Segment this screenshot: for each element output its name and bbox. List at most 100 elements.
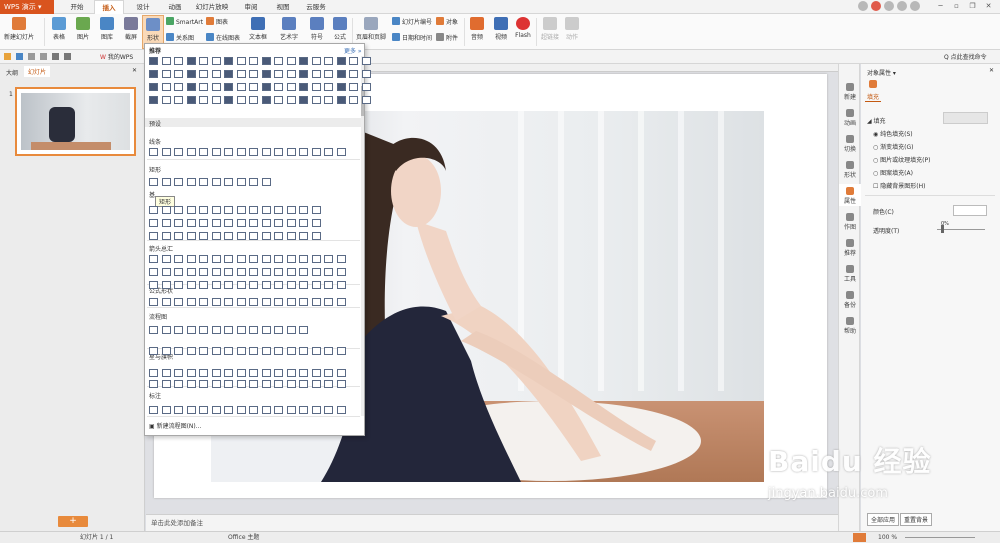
tab-design[interactable]: 设计 [128,0,158,14]
shape-item[interactable] [211,148,221,156]
shape-item[interactable] [324,268,333,276]
print-icon[interactable] [28,53,35,60]
shape-item[interactable] [199,148,208,156]
shape-item[interactable] [336,83,346,91]
shape-item[interactable] [261,406,271,414]
flash-button[interactable]: Flash [512,15,534,49]
shape-item[interactable] [199,178,208,186]
shape-item[interactable] [186,369,196,377]
shape-item[interactable] [249,83,258,91]
play-slideshow-button[interactable] [853,533,866,542]
shape-item[interactable] [149,96,158,104]
shape-item[interactable] [199,70,208,78]
shape-item[interactable] [274,70,283,78]
option-gradient-fill[interactable]: ○ 渐变填充(G) [873,142,914,151]
attachment-button[interactable]: 附件 [436,33,458,44]
shape-item[interactable] [161,268,171,276]
redo-icon[interactable] [64,53,71,60]
shape-item[interactable] [236,219,246,227]
shape-item[interactable] [236,148,246,156]
shape-item[interactable] [311,369,321,377]
shape-item[interactable] [236,406,246,414]
shape-item[interactable] [174,70,183,78]
shape-item[interactable] [236,232,246,240]
transparency-slider[interactable] [937,229,985,230]
shape-item[interactable] [274,281,283,289]
tab-outline[interactable]: 大纲 [6,68,18,77]
shape-item[interactable] [324,96,333,104]
shape-item[interactable] [149,406,158,414]
shape-item[interactable] [311,96,321,104]
shape-item[interactable] [249,219,258,227]
shape-item[interactable] [261,281,271,289]
shape-item[interactable] [299,298,308,306]
shape-item[interactable] [299,57,308,65]
command-search[interactable]: Q 点此查找命令 [944,52,987,61]
shape-item[interactable] [174,232,183,240]
shape-item[interactable] [236,206,246,214]
shape-item[interactable] [199,268,208,276]
shape-item[interactable] [336,96,346,104]
shape-item[interactable] [224,326,233,334]
shape-item[interactable] [261,148,271,156]
shape-item[interactable] [236,83,246,91]
shape-item[interactable] [224,347,233,355]
shape-item[interactable] [174,380,183,388]
shape-item[interactable] [249,70,258,78]
shape-item[interactable] [211,178,221,186]
shape-item[interactable] [211,83,221,91]
shape-item[interactable] [311,255,321,263]
shape-item[interactable] [274,219,283,227]
shape-item[interactable] [311,83,321,91]
audio-button[interactable]: 音频 [466,15,488,49]
shape-item[interactable] [249,96,258,104]
shape-item[interactable] [336,255,346,263]
shape-item[interactable] [274,232,283,240]
shape-item[interactable] [211,96,221,104]
open-icon[interactable] [4,53,11,60]
shape-item[interactable] [149,232,158,240]
shape-item[interactable] [299,347,308,355]
shape-item[interactable] [186,268,196,276]
shape-item[interactable] [336,281,346,289]
shape-item[interactable] [274,298,283,306]
shape-item[interactable] [311,70,321,78]
shape-item[interactable] [211,206,221,214]
tab-review[interactable]: 审阅 [236,0,266,14]
shape-item[interactable] [286,281,296,289]
shape-item[interactable] [186,347,196,355]
shape-item[interactable] [286,96,296,104]
shape-item[interactable] [286,268,296,276]
shape-item[interactable] [324,369,333,377]
shape-item[interactable] [211,298,221,306]
shape-item[interactable] [324,70,333,78]
option-solid-fill[interactable]: ◉ 纯色填充(S) [873,129,913,138]
shape-item[interactable] [199,96,208,104]
sidebar-new[interactable]: 新建 [839,80,861,102]
shape-item[interactable] [149,57,158,65]
my-wps-tab[interactable]: W 我的WPS [100,52,133,61]
picture-button[interactable]: 图片 [72,15,94,49]
video-button[interactable]: 视频 [490,15,512,49]
shape-item[interactable] [324,347,333,355]
shape-item[interactable] [311,148,321,156]
shape-item[interactable] [299,369,308,377]
shape-item[interactable] [299,255,308,263]
shape-item[interactable] [261,380,271,388]
shape-item[interactable] [161,70,171,78]
shape-item[interactable] [324,380,333,388]
shape-item[interactable] [299,326,308,334]
shape-item[interactable] [149,281,158,289]
slide-thumbnail-1[interactable] [15,87,136,156]
shape-item[interactable] [174,206,183,214]
shape-item[interactable] [199,255,208,263]
shape-item[interactable] [186,148,196,156]
shape-item[interactable] [286,70,296,78]
shape-item[interactable] [249,369,258,377]
settings-icon[interactable] [897,1,907,11]
shape-item[interactable] [224,268,233,276]
shape-item[interactable] [161,219,171,227]
shape-item[interactable] [249,178,258,186]
shape-item[interactable] [161,347,171,355]
shape-item[interactable] [324,57,333,65]
